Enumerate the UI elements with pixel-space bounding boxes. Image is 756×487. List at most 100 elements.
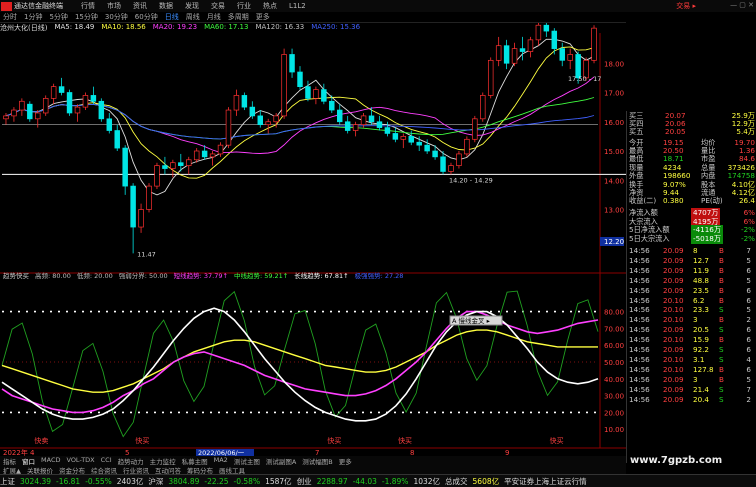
quote-stat-row: 收益(二) 0.380 PE(动) 26.4 (627, 196, 756, 205)
period-tab[interactable]: 多周期 (228, 12, 249, 22)
indicator-tab[interactable]: 测试主图 (234, 456, 260, 465)
extension-tab[interactable]: 互动问答 (155, 465, 181, 474)
bid-label: 买五 (629, 127, 644, 137)
tick-row: 14:56 20.10 6.2 B 6 (627, 296, 756, 306)
bid-row[interactable]: 买三 20.07 25.9万 (627, 111, 756, 120)
ma-legend: 沧州大化(日线) MA5: 18.49 MA10: 18.56 MA20: 19… (0, 23, 367, 33)
indicator-tab[interactable]: 测试副图A (266, 456, 296, 465)
candle[interactable] (146, 183, 152, 213)
bid-row[interactable]: 买四 20.06 12.9万 (627, 119, 756, 128)
indicator-tab[interactable]: CCI (101, 456, 112, 465)
tick-row: 14:56 20.09 3 B 5 (627, 375, 756, 385)
menu-l1l2[interactable]: L1L2 (289, 2, 306, 10)
tick-time: 14:56 (629, 325, 650, 335)
extension-tab[interactable]: 扩展▲ (3, 465, 21, 474)
period-tab[interactable]: 月线 (207, 12, 221, 22)
candle[interactable] (225, 107, 232, 149)
tick-side: B (719, 315, 724, 325)
sz-index-pct: -0.58% (233, 476, 261, 486)
indicator-tab[interactable]: 主力监控 (150, 456, 176, 465)
tick-price: 20.10 (663, 305, 684, 315)
indicator-legend: 趋势快买 高频: 80.00 低频: 20.00 强弱分界: 50.00 短线趋势: 3… (3, 271, 403, 280)
period-tab-active[interactable]: 日线 (165, 12, 179, 22)
indicator-tab[interactable]: MA2 (214, 456, 228, 465)
period-tab[interactable]: 分时 (3, 12, 17, 22)
menu-hot[interactable]: 热点 (263, 1, 277, 11)
tick-price: 20.09 (663, 246, 684, 255)
trade-button[interactable]: 交易 ▸ (676, 1, 696, 11)
menu-discover[interactable]: 发现 (185, 1, 199, 11)
sh-index-pct: -0.55% (85, 476, 112, 486)
menu-news[interactable]: 资讯 (133, 1, 147, 11)
medium-trend-line (1, 329, 598, 393)
extension-tab[interactable]: 关联报价 (27, 465, 53, 474)
indicator-axis-label: 60.00 (604, 342, 624, 350)
candle[interactable] (154, 162, 160, 190)
period-tab-more[interactable]: 更多 (256, 12, 270, 22)
bid-row[interactable]: 买五 20.05 5.4万 (627, 127, 756, 137)
tick-row: 14:56 20.10 3 B 2 (627, 315, 756, 325)
indicator-name: 趋势快买 (3, 271, 30, 280)
cy-index-amount: 1032亿 (413, 476, 441, 486)
candle[interactable] (472, 115, 478, 143)
indicator-tab[interactable]: 测试幅图B (302, 456, 332, 465)
candle[interactable] (456, 151, 462, 169)
tick-volume: 20.4 (693, 394, 710, 404)
tick-volume: 127.8 (693, 364, 714, 374)
extension-tab[interactable]: 行业资讯 (123, 465, 149, 474)
sz-index-label[interactable]: 沪深 (148, 476, 163, 487)
cy-index-pct: -1.89% (381, 476, 409, 486)
indicator-tabs: 指标 窗口 MACD VOL-TDX CCI 趋势动力 主力监控 私募主图 MA2 测试主图 测试副… (0, 456, 626, 465)
indicator-tab[interactable]: MACD (41, 456, 60, 465)
indicator-tab[interactable]: 更多 (339, 456, 352, 465)
indicator-tab[interactable]: 趋势动力 (118, 456, 144, 465)
tick-volume: 11.9 (693, 265, 710, 275)
price-axis-label: 15.00 (604, 148, 624, 156)
menu-data[interactable]: 数据 (159, 1, 173, 11)
candle[interactable] (27, 101, 33, 122)
period-tab[interactable]: 30分钟 (105, 12, 128, 22)
period-tab[interactable]: 15分钟 (75, 12, 98, 22)
period-tab[interactable]: 5分钟 (49, 12, 67, 22)
candle[interactable] (464, 136, 470, 157)
tick-count: 4 (746, 354, 751, 364)
sh-index-label[interactable]: 上证 (0, 476, 15, 487)
menu-trade[interactable]: 交易 (211, 1, 225, 11)
indicator-tab[interactable]: 指标 (3, 456, 16, 465)
menu-market[interactable]: 市场 (107, 1, 121, 11)
tick-price: 20.09 (663, 255, 684, 265)
period-tab[interactable]: 60分钟 (135, 12, 158, 22)
menu-quotes[interactable]: 行情 (81, 1, 95, 11)
candle[interactable] (591, 25, 597, 64)
period-tab[interactable]: 1分钟 (24, 12, 42, 22)
extension-tab[interactable]: 综合资讯 (91, 465, 117, 474)
extension-tab[interactable]: 筹码分布 (187, 465, 213, 474)
window-controls[interactable]: — ▢ ✕ (730, 1, 754, 9)
stock-name: 沧州大化(日线) (0, 24, 48, 32)
indicator-tab[interactable]: 窗口 (22, 456, 35, 465)
candle[interactable] (98, 98, 105, 122)
candle[interactable] (281, 48, 287, 119)
tick-row: 14:56 20.10 3.1 S 4 (627, 355, 756, 365)
period-tab[interactable]: 周线 (186, 12, 200, 22)
tick-count: 6 (746, 364, 751, 374)
indicator-tab[interactable]: VOL-TDX (66, 456, 94, 465)
extension-tab[interactable]: 画线工具 (219, 465, 245, 474)
candle[interactable] (82, 92, 89, 111)
candle[interactable] (480, 92, 486, 122)
bid-price: 20.05 (665, 127, 686, 137)
cy-index-label[interactable]: 创业 (297, 476, 312, 487)
candle[interactable] (66, 89, 73, 116)
candle[interactable] (241, 92, 248, 111)
candle[interactable] (42, 95, 49, 116)
extension-tab[interactable]: 资金分布 (59, 465, 85, 474)
period-toolbar: 分时 1分钟 5分钟 15分钟 30分钟 60分钟 日线 周线 月线 多周期 更… (0, 12, 626, 23)
tick-count: 2 (746, 315, 751, 325)
tick-volume: 15.9 (693, 335, 710, 345)
total-turnover-value: 5608亿 (472, 476, 500, 486)
menu-industry[interactable]: 行业 (237, 1, 251, 11)
tick-price: 20.09 (663, 285, 684, 295)
indicator-tab[interactable]: 私募主图 (182, 456, 208, 465)
candle[interactable] (487, 57, 494, 99)
tick-row: 14:56 20.09 92.2 S 6 (627, 345, 756, 355)
